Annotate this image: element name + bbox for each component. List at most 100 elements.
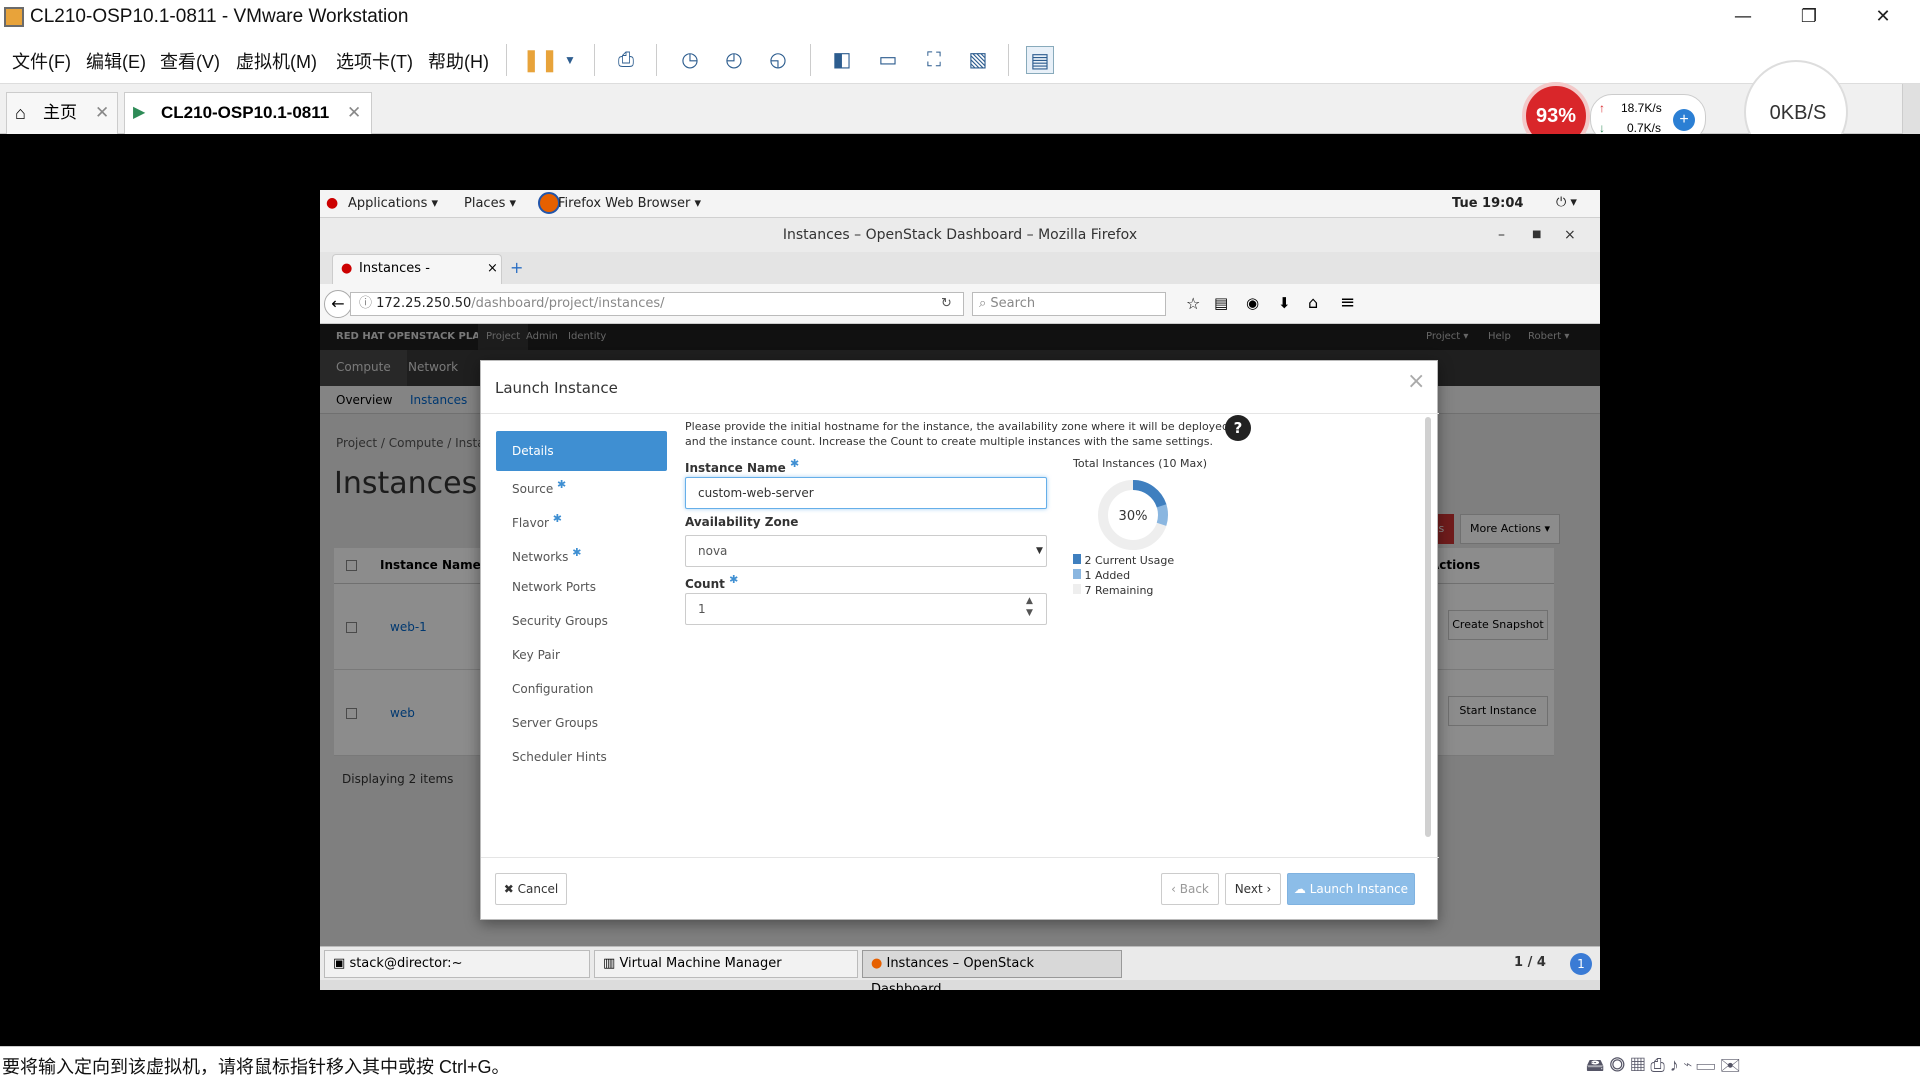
download-arrow-icon: ↓ <box>1599 121 1605 135</box>
browser-menu[interactable]: Firefox Web Browser ▾ <box>558 196 701 211</box>
close-icon[interactable]: × <box>1407 369 1425 394</box>
redhat-logo-icon: ● <box>326 195 339 211</box>
close-icon[interactable]: ✕ <box>1860 6 1906 27</box>
fullscreen-icon[interactable]: ⛶ <box>920 46 948 74</box>
url-bar[interactable]: ⓘ 172.25.250.50/dashboard/project/instan… <box>350 292 964 316</box>
pause-icon[interactable]: ❚❚ <box>522 46 559 74</box>
legend-current: 2 Current Usage <box>1073 553 1174 568</box>
menu-file[interactable]: 文件(F) <box>12 48 71 74</box>
quota-legend: 2 Current Usage 1 Added 7 Remaining <box>1073 553 1174 598</box>
firefox-title-bar: Instances – OpenStack Dashboard – Mozill… <box>320 218 1600 252</box>
unity-icon[interactable]: ▧ <box>964 46 992 74</box>
device-icons[interactable]: 🖴 ◎ ▦ ⎙ ♪ ⌁ ▭ ✉ <box>1586 1053 1741 1083</box>
instance-name-label: Instance Name ✱ <box>685 457 800 475</box>
close-tab-icon[interactable]: ✕ <box>347 93 361 133</box>
firefox-tab[interactable]: ● Instances - OpenStac... × <box>332 254 502 304</box>
gnome-top-bar: ● Applications ▾ Places ▾ Firefox Web Br… <box>320 190 1600 218</box>
reload-icon[interactable]: ↻ <box>941 293 952 315</box>
modal-scrollbar[interactable] <box>1425 417 1431 837</box>
vmware-tab-strip: ⌂ 主页 ✕ ▶ CL210-OSP10.1-0811 ✕ 93% ↑ 18.7… <box>0 60 1920 164</box>
back-icon[interactable]: ← <box>324 290 352 318</box>
printer-icon: ⎙ <box>1650 1055 1665 1075</box>
clock[interactable]: Tue 19:04 <box>1452 196 1523 211</box>
availability-zone-label: Availability Zone <box>685 515 799 529</box>
search-icon: ⌕ <box>979 296 991 311</box>
sidebar-view-icon[interactable]: ◧ <box>828 46 856 74</box>
download-icon[interactable]: ⬇ <box>1278 294 1291 312</box>
vertical-scrollbar[interactable] <box>1902 84 1920 134</box>
bookmark-star-icon[interactable]: ☆ <box>1186 294 1200 313</box>
taskbar-virt-manager[interactable]: ▥ Virtual Machine Manager <box>594 950 858 978</box>
instance-name-input[interactable]: custom-web-server <box>685 477 1047 509</box>
quota-title: Total Instances (10 Max) <box>1073 457 1208 470</box>
launch-instance-dialog: Launch Instance × Details Source ✱ Flavo… <box>480 360 1439 920</box>
tab-vm[interactable]: ▶ CL210-OSP10.1-0811 ✕ <box>124 92 372 134</box>
menu-help[interactable]: 帮助(H) <box>428 48 489 74</box>
hamburger-menu-icon[interactable]: ≡ <box>1340 292 1355 313</box>
pocket-icon[interactable]: ◉ <box>1246 294 1259 312</box>
revert-snapshot-icon[interactable]: ◴ <box>720 46 748 74</box>
thumbnail-view-icon[interactable]: ▤ <box>1026 46 1054 74</box>
menu-edit[interactable]: 编辑(E) <box>86 48 146 74</box>
taskbar-terminal[interactable]: ▣ stack@director:~ <box>324 950 590 978</box>
close-tab-icon[interactable]: × <box>487 255 498 283</box>
snapshot-manager-icon[interactable]: ◵ <box>764 46 792 74</box>
status-message: 要将输入定向到该虚拟机，请将鼠标指针移入其中或按 Ctrl+G。 <box>2 1057 510 1077</box>
power-icon[interactable]: ⏻ ▾ <box>1556 195 1577 210</box>
legend-remaining: 7 Remaining <box>1073 583 1174 598</box>
close-tab-icon[interactable]: ✕ <box>95 93 109 133</box>
places-menu[interactable]: Places ▾ <box>464 196 516 211</box>
search-input[interactable]: ⌕ Search <box>972 292 1166 316</box>
vmware-status-bar: 要将输入定向到该虚拟机，请将鼠标指针移入其中或按 Ctrl+G。 🖴 ◎ ▦ ⎙… <box>0 1046 1920 1080</box>
legend-added: 1 Added <box>1073 568 1174 583</box>
help-icon[interactable]: ? <box>1225 415 1251 441</box>
snapshot-icon[interactable]: ◷ <box>676 46 704 74</box>
home-icon[interactable]: ⌂ <box>1308 293 1318 312</box>
restore-icon[interactable]: ❐ <box>1786 6 1832 27</box>
console-view-icon[interactable]: ▭ <box>874 46 902 74</box>
chevron-down-icon: ▼ <box>1036 546 1043 556</box>
count-label: Count ✱ <box>685 573 739 591</box>
notification-icon[interactable]: 1 <box>1570 953 1592 975</box>
wizard-step-scheduler-hints[interactable]: Scheduler Hints <box>496 737 667 777</box>
cancel-button[interactable]: ✖ Cancel <box>495 873 567 905</box>
minimize-icon[interactable]: — <box>1720 6 1766 27</box>
applications-menu[interactable]: Applications ▾ <box>348 196 438 211</box>
launch-instance-submit-button[interactable]: ☁ Launch Instance <box>1287 873 1415 905</box>
menu-tabs[interactable]: 选项卡(T) <box>336 48 413 74</box>
back-button[interactable]: ‹ Back <box>1161 873 1219 905</box>
vmware-logo-icon <box>4 7 24 27</box>
close-icon[interactable]: × <box>1564 218 1576 252</box>
vmware-title-bar: CL210-OSP10.1-0811 - VMware Workstation … <box>0 0 1920 36</box>
usb-icon: ⌁ <box>1683 1055 1692 1075</box>
home-icon: ⌂ <box>15 103 26 123</box>
minimize-icon[interactable]: – <box>1498 218 1505 252</box>
cd-icon: ◎ <box>1609 1055 1626 1075</box>
maximize-icon[interactable]: ■ <box>1532 218 1541 252</box>
firefox-tab-strip: ● Instances - OpenStac... × + <box>320 252 1600 304</box>
menu-vm[interactable]: 虚拟机(M) <box>236 48 317 74</box>
menu-view[interactable]: 查看(V) <box>160 48 220 74</box>
reading-list-icon[interactable]: ▤ <box>1214 294 1228 312</box>
spin-down-icon[interactable]: ▼ <box>1026 598 1033 628</box>
upload-arrow-icon: ↑ <box>1599 101 1605 115</box>
workspace-indicator[interactable]: 1 / 4 <box>1514 955 1546 970</box>
chevron-down-icon[interactable]: ▼ <box>556 46 584 74</box>
quota-percent: 30% <box>1119 509 1148 524</box>
redhat-favicon-icon: ● <box>341 261 353 276</box>
firefox-icon: ● <box>871 956 883 971</box>
network-icon: ▦ <box>1630 1055 1646 1075</box>
firefox-nav-bar: ← ⓘ 172.25.250.50/dashboard/project/inst… <box>320 284 1600 324</box>
tab-home[interactable]: ⌂ 主页 ✕ <box>6 92 118 134</box>
next-button[interactable]: Next › <box>1225 873 1281 905</box>
send-keys-icon[interactable]: ⎙ <box>612 46 640 74</box>
info-icon: ⓘ <box>359 296 377 311</box>
count-input[interactable]: 1 ▲ ▼ <box>685 593 1047 625</box>
availability-zone-select[interactable]: nova ▼ <box>685 535 1047 567</box>
display-icon: ▭ <box>1696 1055 1715 1075</box>
new-tab-icon[interactable]: + <box>510 258 523 277</box>
window-title: CL210-OSP10.1-0811 - VMware Workstation <box>30 6 409 27</box>
guest-desktop[interactable]: ● Applications ▾ Places ▾ Firefox Web Br… <box>320 190 1600 990</box>
taskbar-firefox[interactable]: ● Instances – OpenStack Dashboard... <box>862 950 1122 990</box>
plus-icon[interactable]: + <box>1673 109 1695 131</box>
